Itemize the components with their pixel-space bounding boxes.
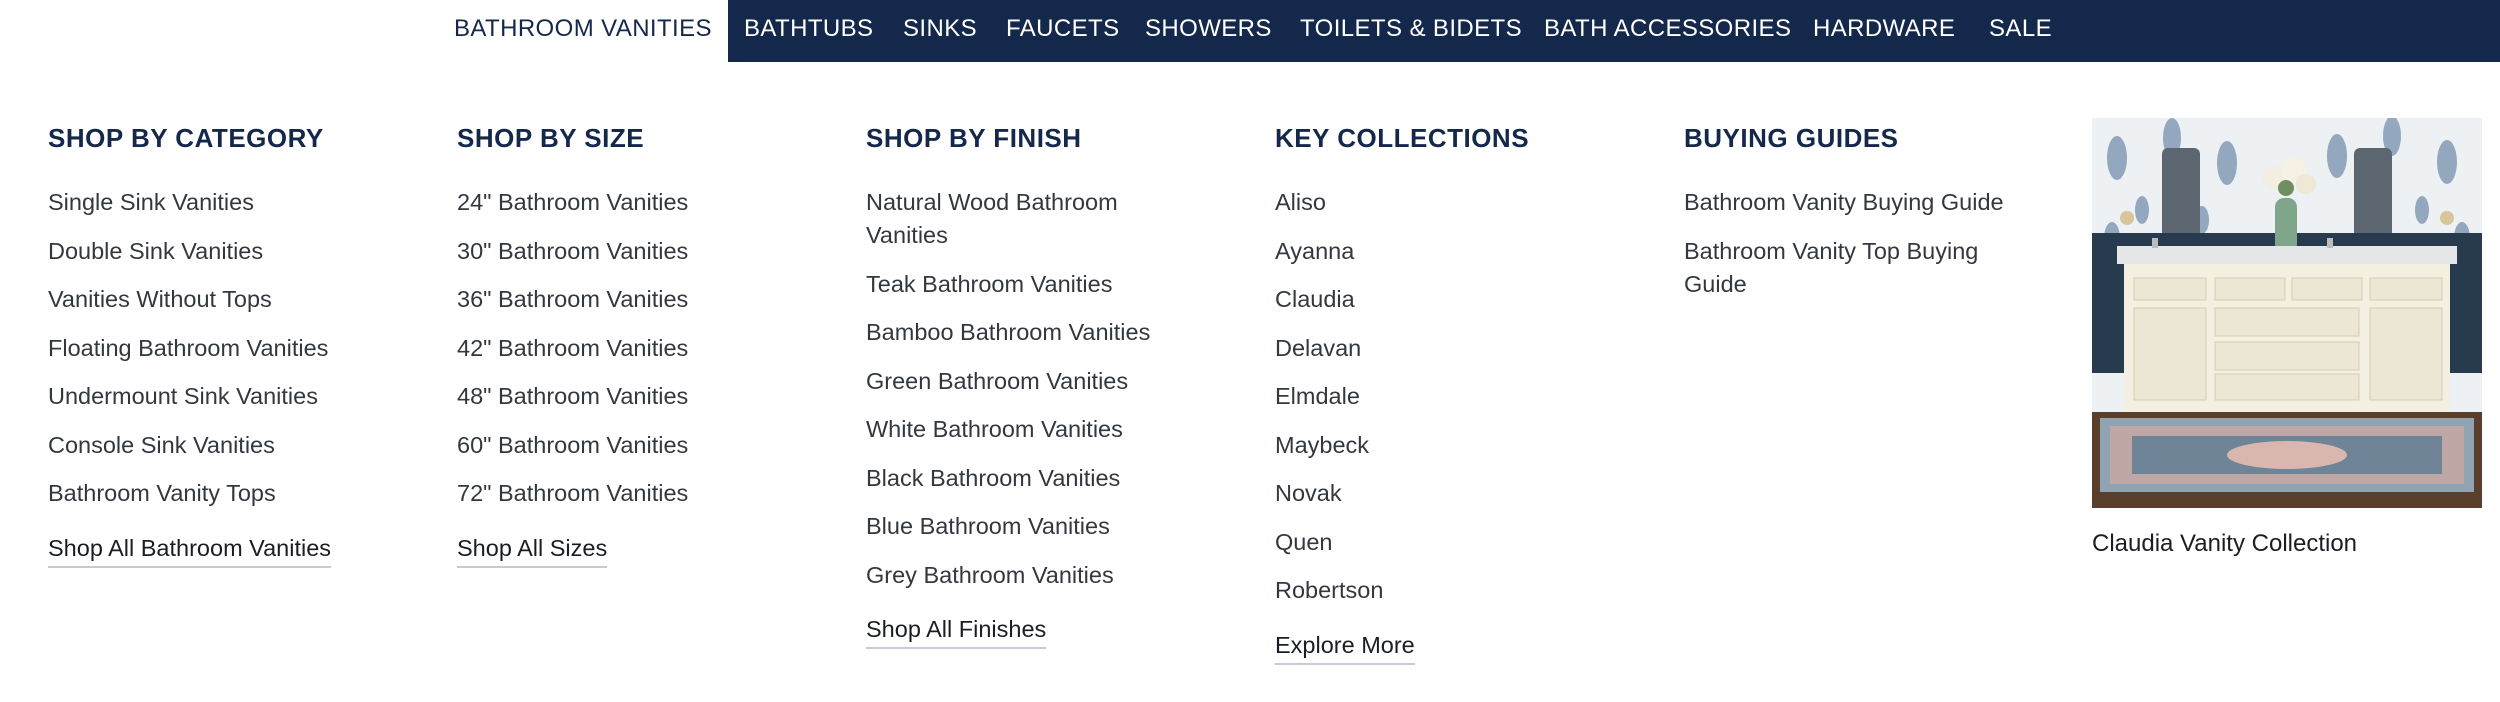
- menu-link[interactable]: 72" Bathroom Vanities: [457, 477, 837, 510]
- shop-all-link[interactable]: Shop All Finishes: [866, 613, 1047, 649]
- menu-link[interactable]: Double Sink Vanities: [48, 235, 428, 268]
- menu-column-guides: BUYING GUIDES Bathroom Vanity Buying Gui…: [1684, 118, 2064, 316]
- menu-link[interactable]: Bamboo Bathroom Vanities: [866, 316, 1246, 349]
- shop-all-link[interactable]: Shop All Bathroom Vanities: [48, 532, 332, 568]
- menu-link[interactable]: Aliso: [1275, 186, 1655, 219]
- menu-link[interactable]: 30" Bathroom Vanities: [457, 235, 837, 268]
- link-list: Natural Wood Bathroom Vanities Teak Bath…: [866, 186, 1246, 592]
- column-heading: SHOP BY CATEGORY: [48, 123, 324, 153]
- menu-link[interactable]: Novak: [1275, 477, 1655, 510]
- menu-column-collections: KEY COLLECTIONS Aliso Ayanna Claudia Del…: [1275, 118, 1655, 665]
- nav-item-sale[interactable]: SALE: [1989, 0, 2052, 62]
- menu-link[interactable]: Teak Bathroom Vanities: [866, 268, 1246, 301]
- nav-item-showers[interactable]: SHOWERS: [1145, 0, 1272, 62]
- menu-link[interactable]: Undermount Sink Vanities: [48, 380, 428, 413]
- nav-item-bathtubs[interactable]: BATHTUBS: [744, 0, 873, 62]
- nav-item-hardware[interactable]: HARDWARE: [1813, 0, 1955, 62]
- menu-link[interactable]: Robertson: [1275, 574, 1655, 607]
- menu-link[interactable]: Grey Bathroom Vanities: [866, 559, 1246, 592]
- nav-item-sinks[interactable]: SINKS: [903, 0, 977, 62]
- menu-column-size: SHOP BY SIZE 24" Bathroom Vanities 30" B…: [457, 118, 837, 568]
- menu-link[interactable]: Floating Bathroom Vanities: [48, 332, 428, 365]
- nav-item-bathroom-vanities[interactable]: BATHROOM VANITIES: [454, 0, 712, 62]
- menu-link[interactable]: Blue Bathroom Vanities: [866, 510, 1246, 543]
- column-heading: SHOP BY FINISH: [866, 123, 1082, 153]
- menu-link[interactable]: Maybeck: [1275, 429, 1655, 462]
- column-heading: KEY COLLECTIONS: [1275, 123, 1530, 153]
- link-list: Aliso Ayanna Claudia Delavan Elmdale May…: [1275, 186, 1655, 607]
- nav-item-faucets[interactable]: FAUCETS: [1006, 0, 1119, 62]
- link-list: 24" Bathroom Vanities 30" Bathroom Vanit…: [457, 186, 837, 510]
- link-list: Single Sink Vanities Double Sink Vanitie…: [48, 186, 428, 510]
- main-nav: BATHROOM VANITIES BATHTUBS SINKS FAUCETS…: [0, 0, 2500, 62]
- nav-item-bath-accessories[interactable]: BATH ACCESSORIES: [1544, 0, 1791, 62]
- menu-link[interactable]: Quen: [1275, 526, 1655, 559]
- menu-link[interactable]: Vanities Without Tops: [48, 283, 428, 316]
- menu-link[interactable]: 60" Bathroom Vanities: [457, 429, 837, 462]
- column-heading: BUYING GUIDES: [1684, 123, 1899, 153]
- explore-more-link[interactable]: Explore More: [1275, 629, 1415, 665]
- menu-link[interactable]: Ayanna: [1275, 235, 1655, 268]
- menu-link[interactable]: 48" Bathroom Vanities: [457, 380, 837, 413]
- menu-link[interactable]: Delavan: [1275, 332, 1655, 365]
- menu-link[interactable]: 36" Bathroom Vanities: [457, 283, 837, 316]
- menu-link[interactable]: 24" Bathroom Vanities: [457, 186, 837, 219]
- menu-link[interactable]: White Bathroom Vanities: [866, 413, 1246, 446]
- feature-promo[interactable]: Claudia Vanity Collection: [2092, 118, 2482, 560]
- column-heading: SHOP BY SIZE: [457, 123, 645, 153]
- menu-link[interactable]: Black Bathroom Vanities: [866, 462, 1246, 495]
- menu-link[interactable]: Console Sink Vanities: [48, 429, 428, 462]
- menu-link[interactable]: Elmdale: [1275, 380, 1655, 413]
- link-list: Bathroom Vanity Buying Guide Bathroom Va…: [1684, 186, 2064, 301]
- menu-link[interactable]: Bathroom Vanity Tops: [48, 477, 428, 510]
- menu-link[interactable]: 42" Bathroom Vanities: [457, 332, 837, 365]
- menu-link[interactable]: Claudia: [1275, 283, 1655, 316]
- menu-link[interactable]: Natural Wood Bathroom Vanities: [866, 186, 1186, 252]
- nav-item-toilets-bidets[interactable]: TOILETS & BIDETS: [1300, 0, 1522, 62]
- menu-link[interactable]: Green Bathroom Vanities: [866, 365, 1246, 398]
- menu-link[interactable]: Bathroom Vanity Buying Guide: [1684, 186, 2014, 219]
- feature-caption[interactable]: Claudia Vanity Collection: [2092, 528, 2482, 560]
- shop-all-link[interactable]: Shop All Sizes: [457, 532, 608, 568]
- vanity-collection-image[interactable]: [2092, 118, 2482, 508]
- menu-column-finish: SHOP BY FINISH Natural Wood Bathroom Van…: [866, 118, 1246, 649]
- menu-link[interactable]: Single Sink Vanities: [48, 186, 428, 219]
- menu-link[interactable]: Bathroom Vanity Top Buying Guide: [1684, 235, 2034, 301]
- menu-column-category: SHOP BY CATEGORY Single Sink Vanities Do…: [48, 118, 428, 568]
